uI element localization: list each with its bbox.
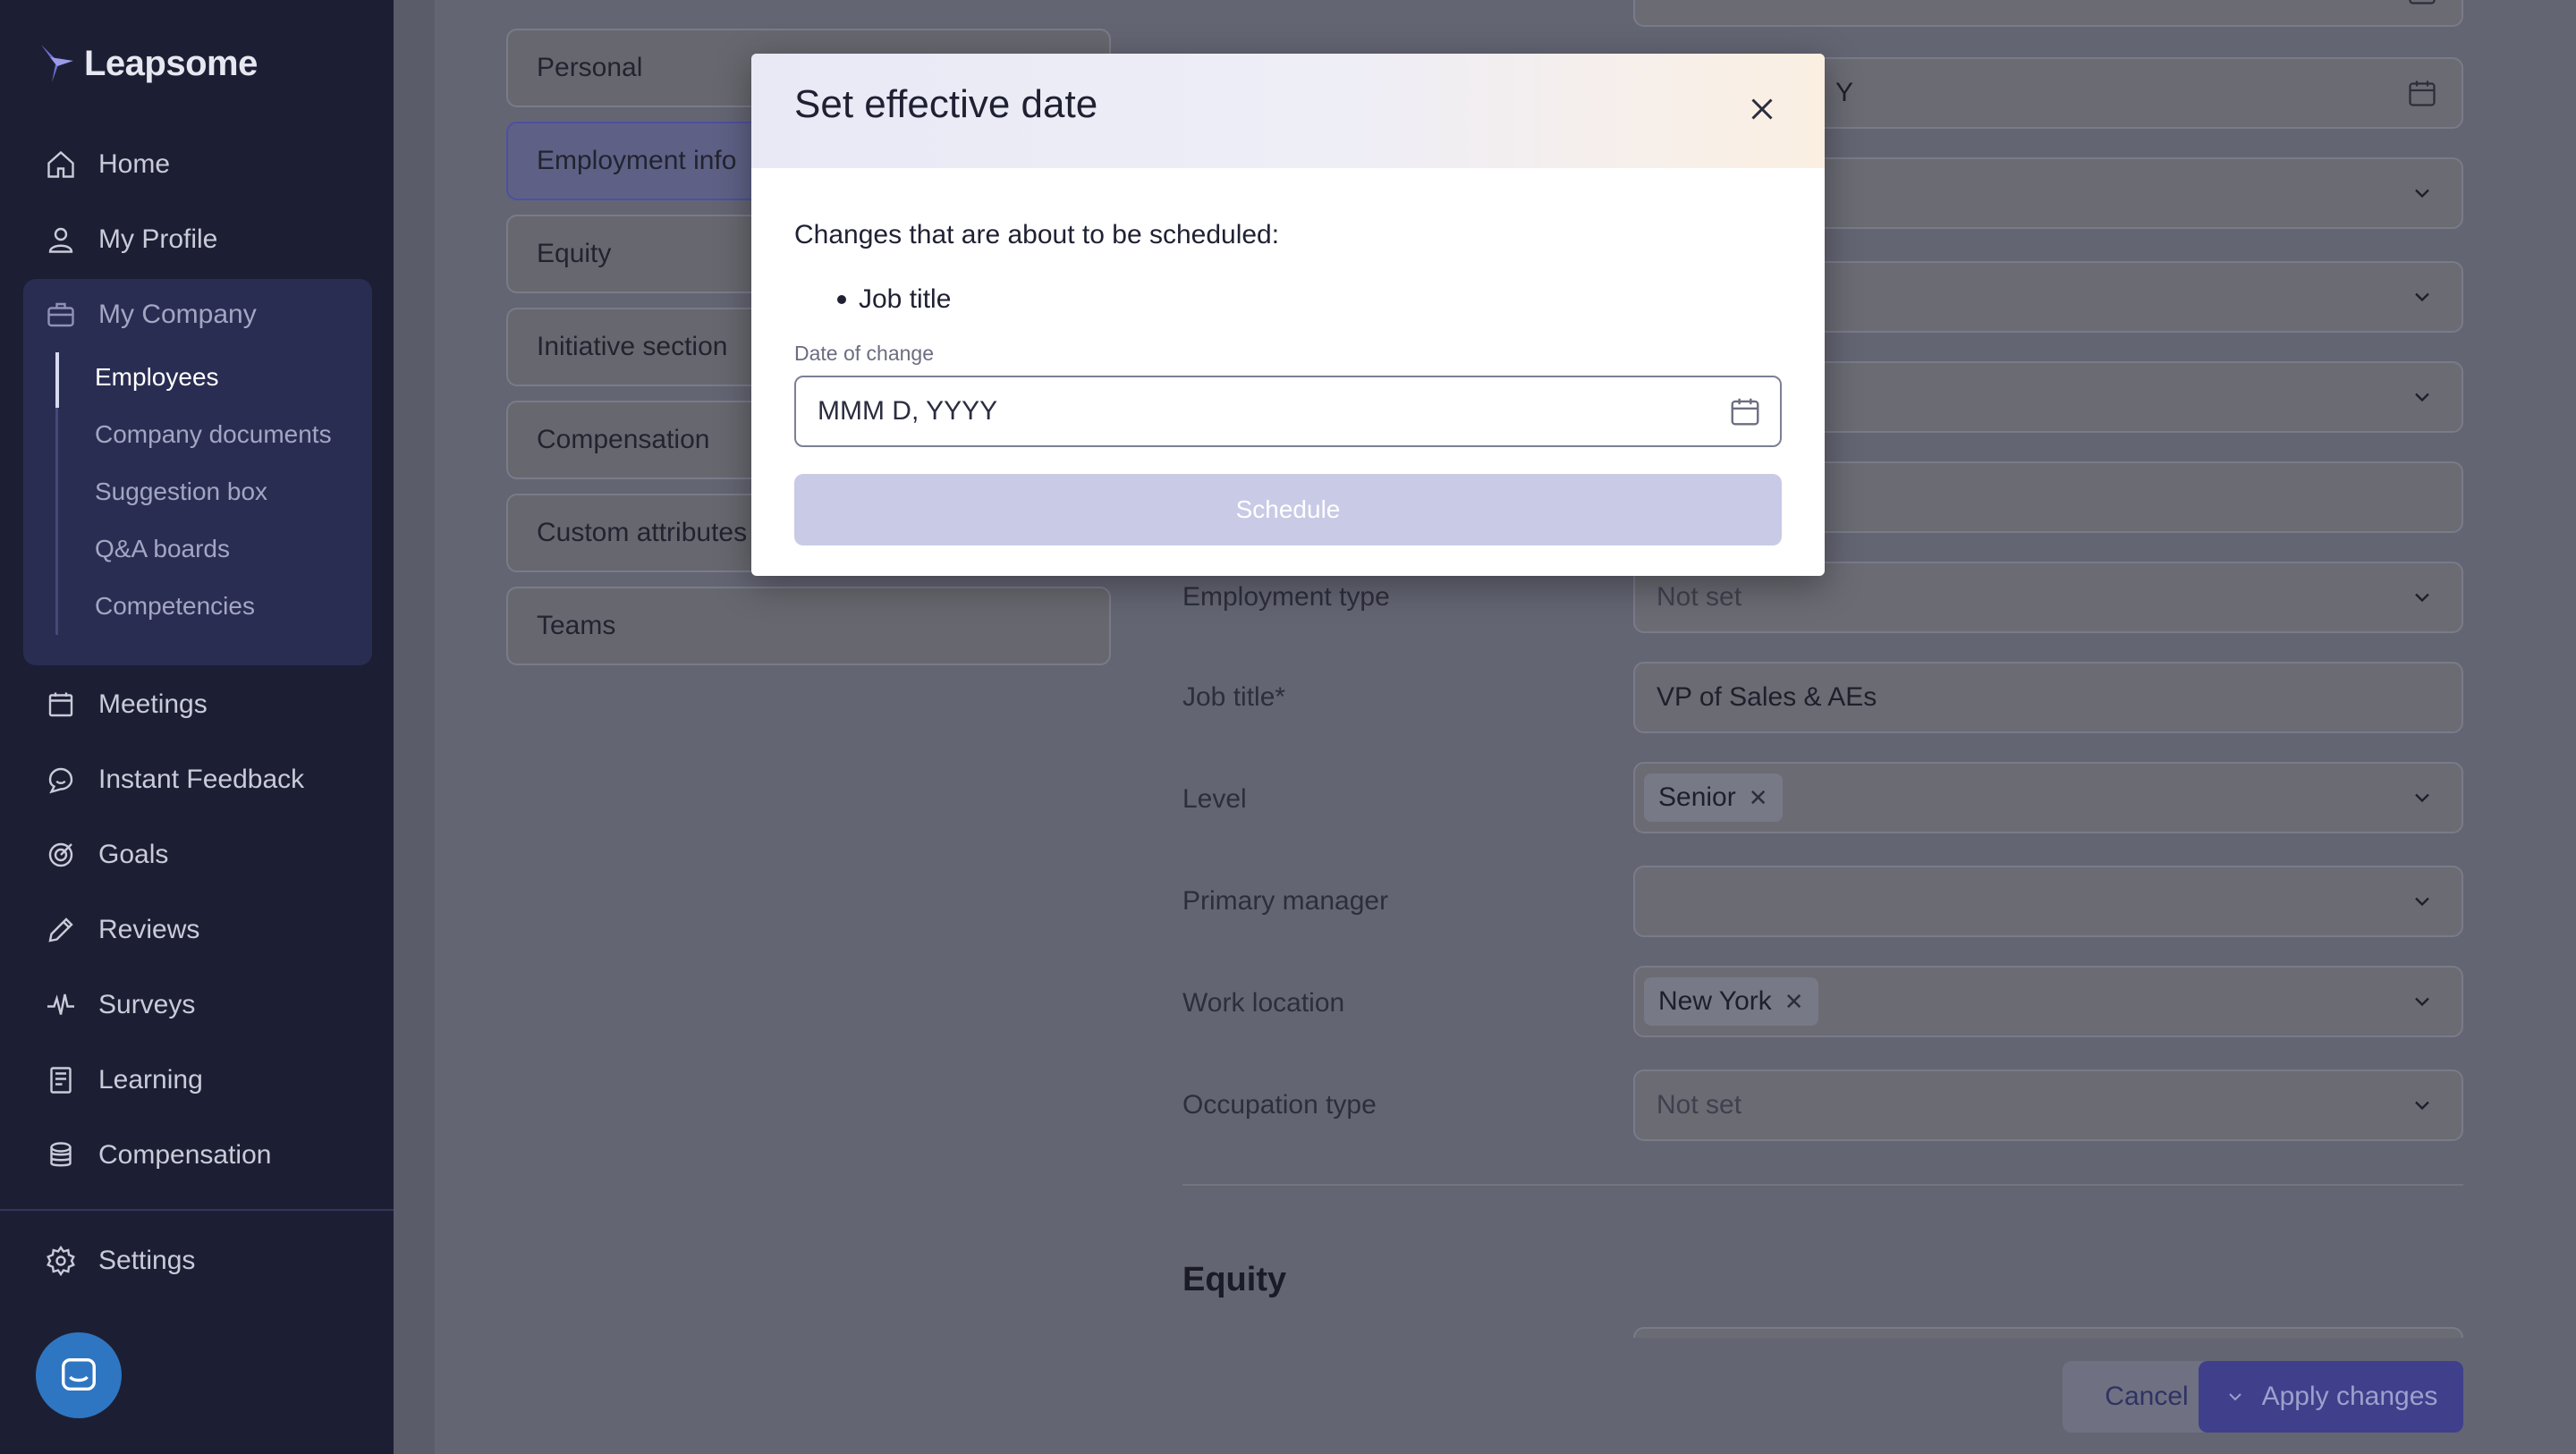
nav-label: My Profile <box>98 224 218 254</box>
chevron-down-icon <box>2415 393 2429 402</box>
nav-my-profile[interactable]: My Profile <box>23 210 372 269</box>
nav-label: Settings <box>98 1246 196 1275</box>
section-divider <box>1182 1184 2463 1186</box>
nav-home[interactable]: Home <box>23 135 372 194</box>
change-label: Job title <box>859 284 952 314</box>
chevron-down-icon <box>2415 897 2429 907</box>
sub-nav-suggestion-box[interactable]: Suggestion box <box>95 478 267 506</box>
chevron-down-icon <box>2415 593 2429 603</box>
apply-changes-label: Apply changes <box>2261 1382 2438 1411</box>
section-teams[interactable]: Teams <box>506 587 1111 665</box>
nav-goals[interactable]: Goals <box>23 825 372 884</box>
date-placeholder: MMM D, YYYY <box>818 396 998 426</box>
nav-label: Instant Feedback <box>98 765 305 794</box>
level-chip: Senior ✕ <box>1644 773 1783 822</box>
work-location-select[interactable]: New York ✕ <box>1633 966 2463 1037</box>
start-date-field[interactable] <box>1633 0 2463 27</box>
nav-learning[interactable]: Learning <box>23 1051 372 1110</box>
chevron-down-icon <box>2415 1101 2429 1111</box>
chevron-down-icon <box>2415 292 2429 302</box>
remove-chip-icon[interactable]: ✕ <box>1749 784 1768 812</box>
nav-instant-feedback[interactable]: Instant Feedback <box>23 750 372 809</box>
equity-field-partial[interactable] <box>1633 1327 2463 1338</box>
sub-nav-company-documents[interactable]: Company documents <box>95 420 332 449</box>
calendar-icon[interactable] <box>1728 394 1762 428</box>
book-icon <box>50 1067 72 1094</box>
coins-icon <box>50 1142 72 1167</box>
employment-type-label: Employment type <box>1182 582 1390 612</box>
pencil-icon <box>48 917 73 943</box>
calendar-icon <box>48 692 73 717</box>
chevron-down-icon <box>2415 793 2429 803</box>
work-location-label: Work location <box>1182 988 1345 1018</box>
equity-heading: Equity <box>1182 1261 1287 1298</box>
pulse-icon <box>47 993 74 1015</box>
close-icon <box>1751 98 1773 120</box>
sub-nav-qa-boards[interactable]: Q&A boards <box>95 535 230 563</box>
nav-compensation[interactable]: Compensation <box>23 1126 372 1185</box>
primary-manager-select[interactable] <box>1633 866 2463 937</box>
gear-icon <box>47 1245 75 1277</box>
nav-label: Learning <box>98 1065 203 1095</box>
date-of-change-label: Date of change <box>794 342 935 365</box>
chat-bubble-icon <box>48 767 73 794</box>
user-icon <box>48 227 73 253</box>
nav-meetings[interactable]: Meetings <box>23 675 372 734</box>
bullet-icon <box>837 295 846 304</box>
modal-description: Changes that are about to be scheduled: <box>794 220 1280 249</box>
chevron-down-icon <box>2415 997 2429 1007</box>
nav-label: Compensation <box>98 1140 272 1170</box>
nav-label: Surveys <box>98 990 196 1019</box>
chevron-down-icon <box>2415 189 2429 199</box>
job-title-value: VP of Sales & AEs <box>1657 682 1877 712</box>
date-of-change-input[interactable]: MMM D, YYYY <box>794 376 1782 447</box>
chip-label: Senior <box>1658 782 1736 812</box>
occupation-type-value: Not set <box>1657 1090 1742 1120</box>
home-icon <box>47 150 74 178</box>
level-label: Level <box>1182 784 1247 814</box>
employment-type-value: Not set <box>1657 582 1742 612</box>
nav-reviews[interactable]: Reviews <box>23 900 372 959</box>
date-field-value: Y <box>1835 78 1854 107</box>
nav-my-company[interactable]: My Company <box>23 285 372 344</box>
target-icon <box>48 842 73 867</box>
sidebar-divider <box>0 1209 394 1211</box>
remove-chip-icon[interactable]: ✕ <box>1784 988 1804 1016</box>
nav-label: Meetings <box>98 689 208 719</box>
schedule-button[interactable]: Schedule <box>794 474 1782 545</box>
apply-changes-button[interactable]: Apply changes <box>2199 1361 2463 1433</box>
briefcase-icon <box>47 302 74 327</box>
change-list-item: Job title <box>837 284 951 315</box>
occupation-type-select[interactable]: Not set <box>1633 1069 2463 1141</box>
app-logo[interactable]: Leapsome <box>39 43 258 84</box>
sub-nav-active-indicator <box>55 352 59 408</box>
work-location-chip: New York ✕ <box>1644 977 1818 1026</box>
modal-title: Set effective date <box>794 82 1098 126</box>
nav-label: My Company <box>98 300 257 329</box>
job-title-label: Job title* <box>1182 682 1286 712</box>
nav-label: Reviews <box>98 915 200 944</box>
chevron-down-icon <box>2228 1393 2241 1401</box>
calendar-icon <box>2409 80 2436 106</box>
sub-nav-employees[interactable]: Employees <box>95 363 219 392</box>
nav-label: Home <box>98 149 171 179</box>
modal-header: Set effective date <box>751 54 1825 168</box>
leapsome-logo-icon <box>41 45 73 82</box>
nav-label: Goals <box>98 840 169 869</box>
job-title-input[interactable]: VP of Sales & AEs <box>1633 662 2463 733</box>
nav-settings[interactable]: Settings <box>23 1231 372 1290</box>
nav-surveys[interactable]: Surveys <box>23 976 372 1035</box>
app-name: Leapsome <box>84 43 258 83</box>
chip-label: New York <box>1658 986 1772 1016</box>
support-chat-button[interactable] <box>36 1332 122 1418</box>
sidebar: Leapsome Home My Profile My Company Empl… <box>0 0 394 1454</box>
level-select[interactable]: Senior ✕ <box>1633 762 2463 833</box>
close-button[interactable] <box>1741 88 1784 131</box>
set-effective-date-modal: Set effective date Changes that are abou… <box>751 54 1825 576</box>
primary-manager-label: Primary manager <box>1182 886 1389 916</box>
occupation-type-label: Occupation type <box>1182 1090 1377 1120</box>
sub-nav-competencies[interactable]: Competencies <box>95 592 255 621</box>
chat-icon <box>62 1358 96 1391</box>
calendar-icon <box>2409 0 2436 4</box>
